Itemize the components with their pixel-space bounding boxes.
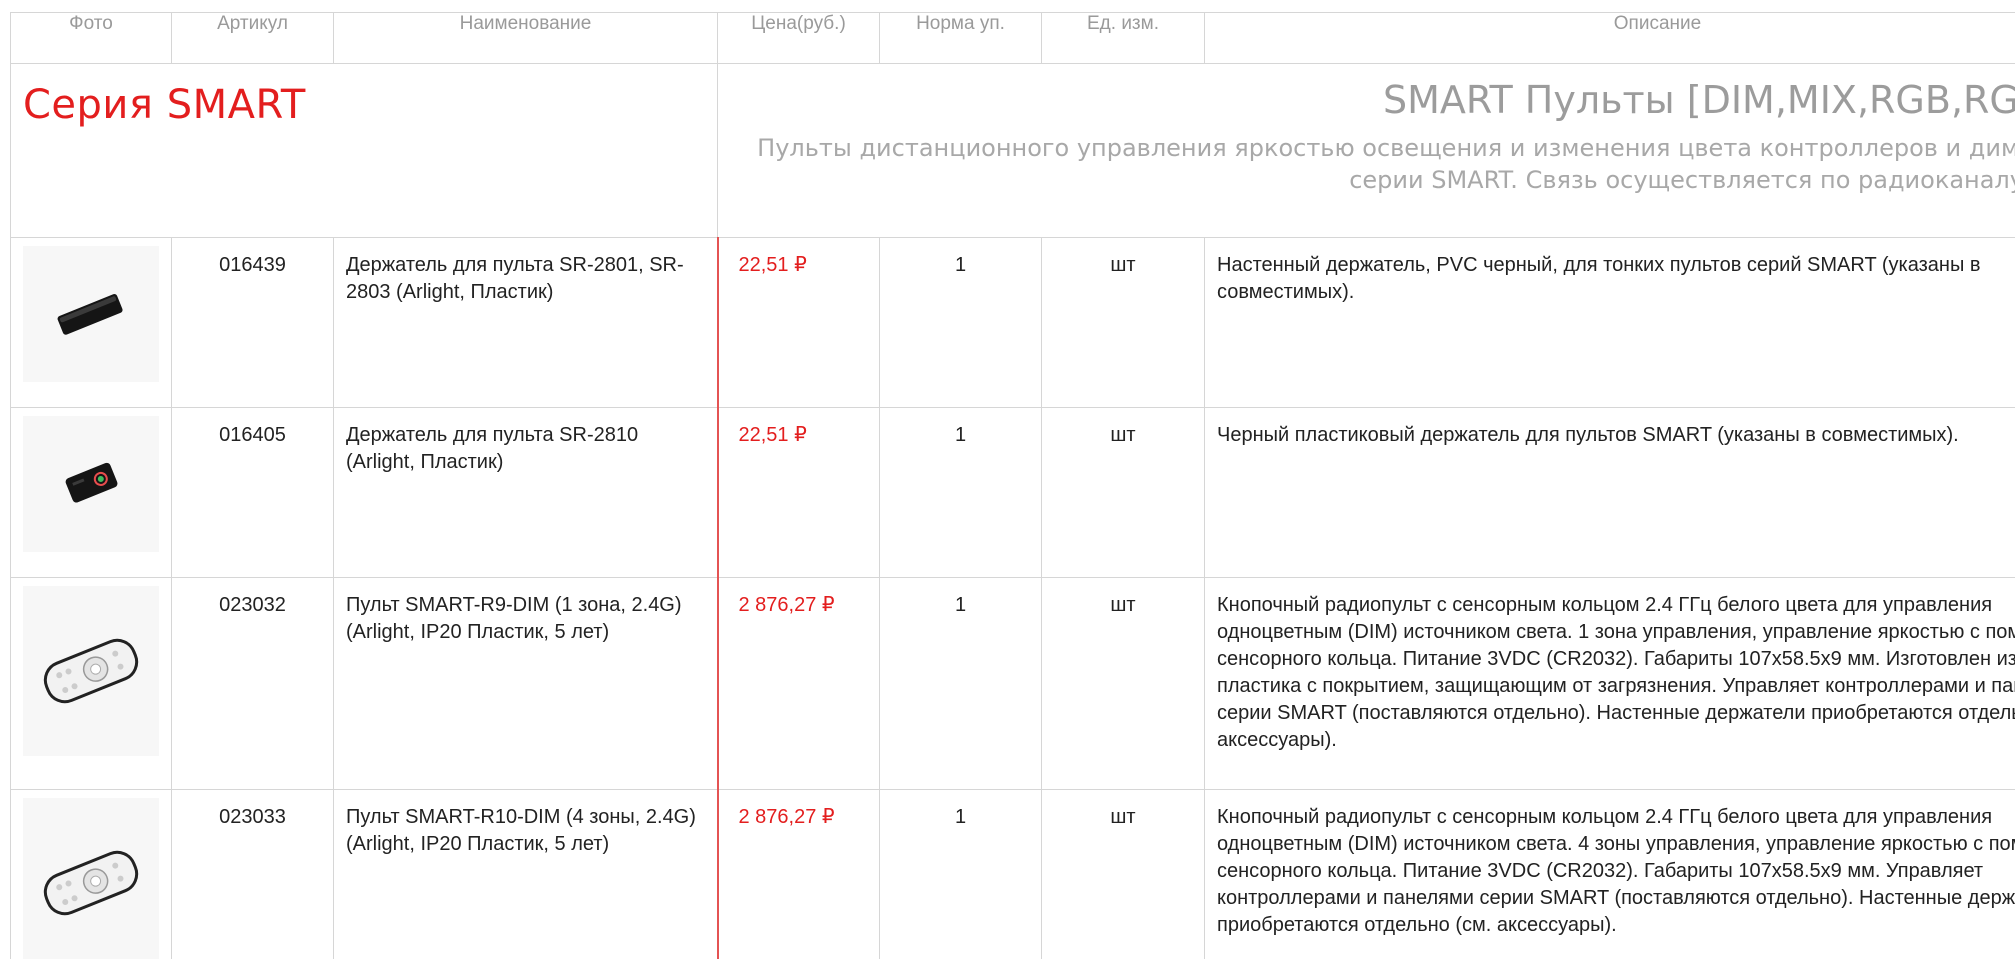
black-holder-photo-icon: [23, 246, 159, 382]
header-qty: Норма уп.: [879, 12, 1042, 64]
table-row: 023032 Пульт SMART-R9-DIM (1 зона, 2.4G)…: [10, 577, 2015, 790]
product-price: 2 876,27 ₽: [716, 577, 880, 790]
table-row: 016439 Держатель для пульта SR-2801, SR-…: [10, 237, 2015, 408]
header-sku: Артикул: [171, 12, 334, 64]
header-name: Наименование: [333, 12, 718, 64]
product-unit: шт: [1041, 789, 1205, 959]
product-price: 22,51 ₽: [716, 407, 880, 578]
product-sku: 023033: [171, 789, 334, 959]
product-sku: 016439: [171, 237, 334, 408]
series-title: Серия SMART: [10, 63, 718, 238]
product-unit: шт: [1041, 407, 1205, 578]
group-title: SMART Пульты [DIM,MIX,RGB,RGBW]: [1382, 78, 2015, 122]
product-description: Черный пластиковый держатель для пультов…: [1204, 407, 2015, 578]
table-row: 023033 Пульт SMART-R10-DIM (4 зоны, 2.4G…: [10, 789, 2015, 959]
product-name-link[interactable]: Держатель для пульта SR-2810 (Arlight, П…: [333, 407, 718, 578]
product-description: Настенный держатель, PVC черный, для тон…: [1204, 237, 2015, 408]
product-name-link[interactable]: Держатель для пульта SR-2801, SR-2803 (A…: [333, 237, 718, 408]
product-unit: шт: [1041, 237, 1205, 408]
price-list-page: Фото Артикул Наименование Цена(руб.) Нор…: [0, 0, 2015, 959]
product-photo[interactable]: [10, 789, 172, 959]
price-table: Фото Артикул Наименование Цена(руб.) Нор…: [10, 12, 2015, 959]
product-photo[interactable]: [10, 237, 172, 408]
white-remote-photo-icon: [23, 798, 159, 959]
product-qty: 1: [879, 237, 1042, 408]
product-sku: 016405: [171, 407, 334, 578]
white-remote-photo-icon: [23, 586, 159, 756]
group-description: Пульты дистанционного управления яркость…: [757, 134, 2015, 194]
black-holder-rgb-photo-icon: [23, 416, 159, 552]
header-photo: Фото: [10, 12, 172, 64]
product-price: 22,51 ₽: [716, 237, 880, 408]
product-description: Кнопочный радиопульт с сенсорным кольцом…: [1204, 577, 2015, 790]
product-description: Кнопочный радиопульт с сенсорным кольцом…: [1204, 789, 2015, 959]
product-unit: шт: [1041, 577, 1205, 790]
product-sku: 023032: [171, 577, 334, 790]
product-price: 2 876,27 ₽: [716, 789, 880, 959]
table-row: 016405 Держатель для пульта SR-2810 (Arl…: [10, 407, 2015, 578]
product-qty: 1: [879, 789, 1042, 959]
product-qty: 1: [879, 407, 1042, 578]
series-row: Серия SMART SMART Пульты [DIM,MIX,RGB,RG…: [10, 63, 2015, 238]
product-photo[interactable]: [10, 577, 172, 790]
product-name-link[interactable]: Пульт SMART-R10-DIM (4 зоны, 2.4G) (Arli…: [333, 789, 718, 959]
header-description: Описание: [1204, 12, 2015, 64]
series-group: SMART Пульты [DIM,MIX,RGB,RGBW] Пульты д…: [717, 63, 2015, 238]
product-qty: 1: [879, 577, 1042, 790]
table-header: Фото Артикул Наименование Цена(руб.) Нор…: [10, 12, 2015, 64]
product-photo[interactable]: [10, 407, 172, 578]
product-name-link[interactable]: Пульт SMART-R9-DIM (1 зона, 2.4G) (Arlig…: [333, 577, 718, 790]
header-unit: Ед. изм.: [1041, 12, 1205, 64]
header-price: Цена(руб.): [717, 12, 880, 64]
